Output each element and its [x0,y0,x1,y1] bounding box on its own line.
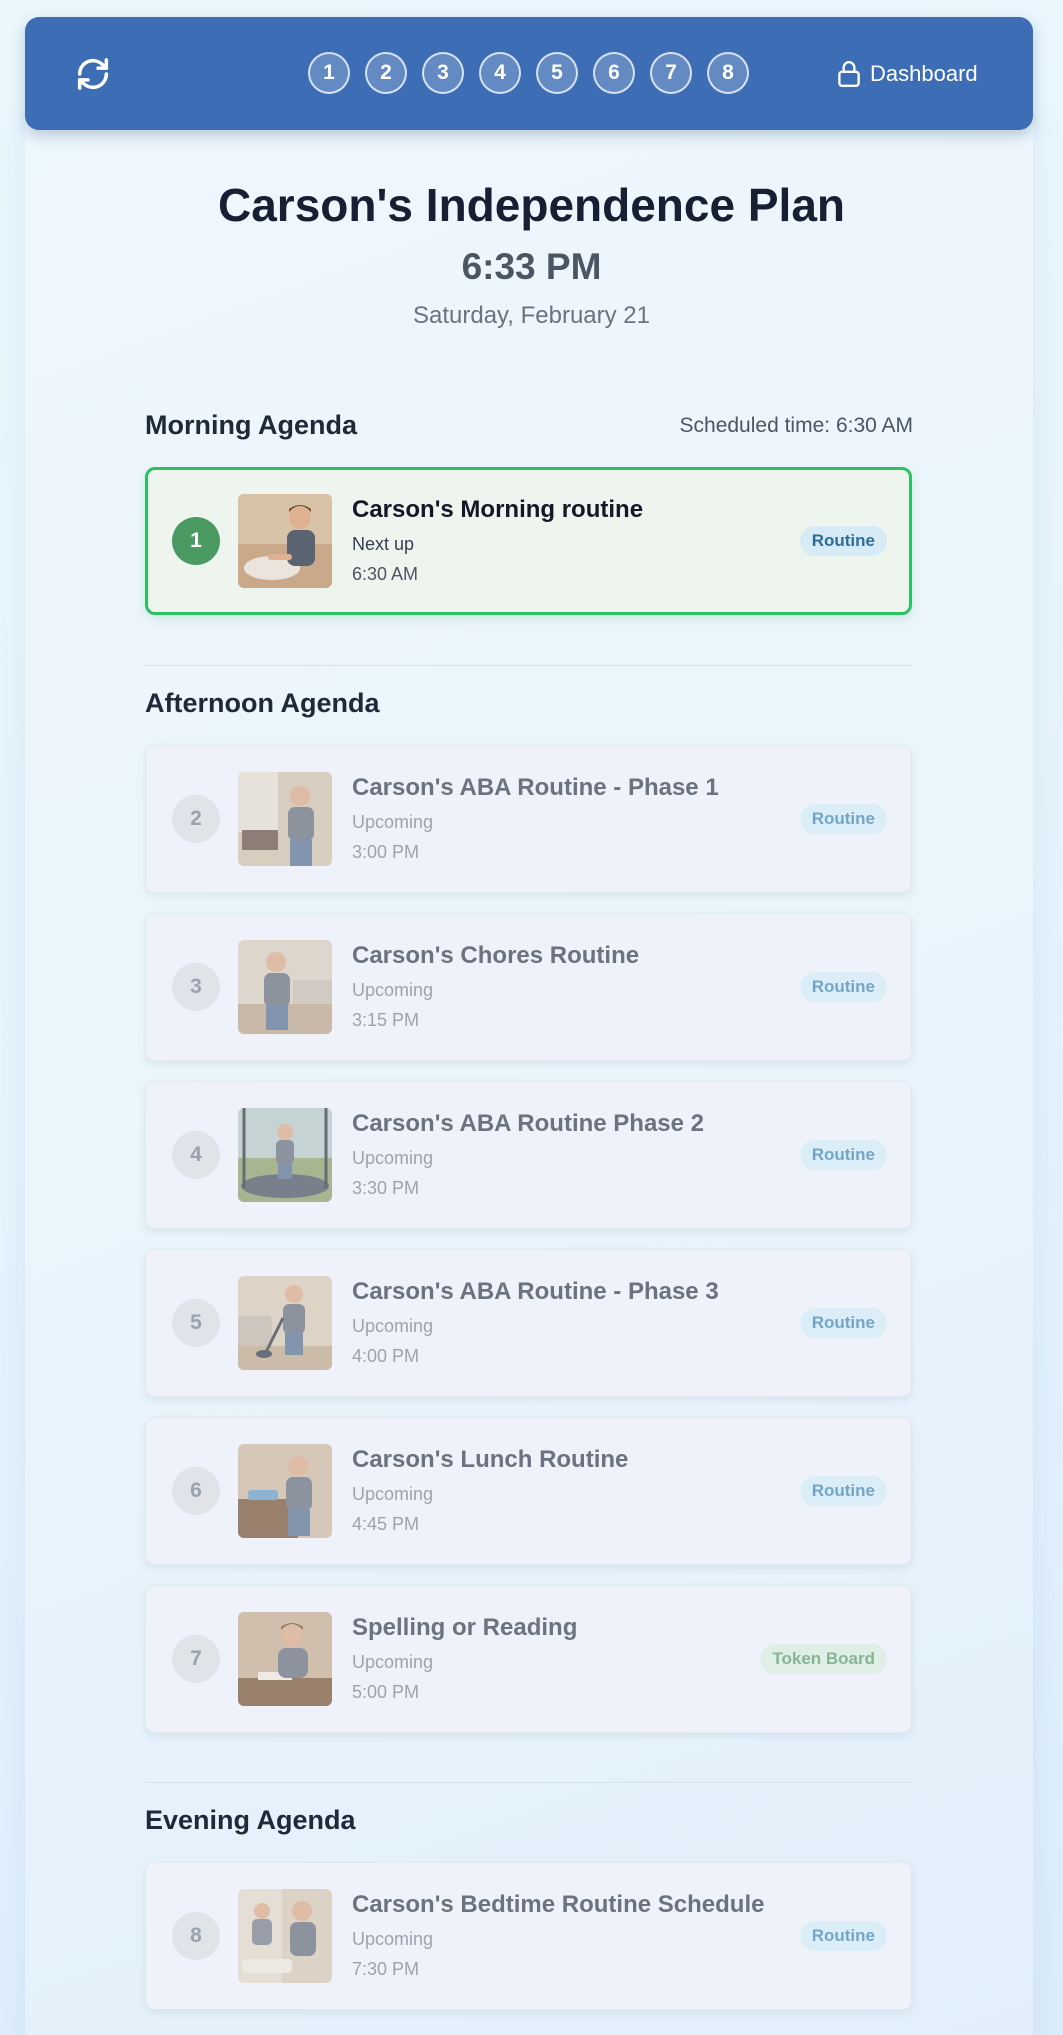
step-2[interactable]: 2 [365,52,407,94]
evening-agenda-title: Evening Agenda [145,1805,356,1835]
refresh-icon[interactable] [73,54,113,94]
item-number: 3 [172,963,220,1011]
item-status: Next up [352,534,415,554]
content-panel [25,120,1033,2035]
scheduled-time: Scheduled time: 6:30 AM [679,414,913,437]
step-5[interactable]: 5 [536,52,578,94]
agenda-item-bedtime[interactable]: 8 Carson's Bedtime Routine Schedule Upco… [145,1862,912,2010]
item-name: Carson's ABA Routine - Phase 1 [352,774,719,801]
item-time: 4:45 PM [352,1514,420,1534]
item-name: Carson's Bedtime Routine Schedule [352,1891,765,1918]
page: 1 2 3 4 5 6 7 8 Dashboard Carson's Indep… [0,0,1063,2035]
item-number: 2 [172,795,220,843]
morning-agenda-title: Morning Agenda [145,410,357,440]
lock-icon [838,61,860,87]
item-name: Carson's ABA Routine Phase 2 [352,1110,705,1137]
item-thumbnail [238,1444,332,1538]
dashboard-label: Dashboard [870,61,978,86]
item-number: 1 [172,517,220,565]
step-8[interactable]: 8 [707,52,749,94]
agenda-item-aba-phase-2[interactable]: 4 Carson's ABA Routine Phase 2 Upcoming … [145,1081,912,1229]
current-time: 6:33 PM [461,246,602,287]
item-status: Upcoming [352,1484,434,1504]
item-thumbnail [238,1108,332,1202]
item-name: Carson's Morning routine [352,496,644,523]
item-name: Spelling or Reading [352,1614,578,1641]
item-badge: Routine [799,526,887,556]
section-divider [145,665,912,666]
agenda-item-aba-phase-3[interactable]: 5 Carson's ABA Routine - Phase 3 Upcomin… [145,1249,912,1397]
step-6[interactable]: 6 [593,52,635,94]
step-indicators: 1 2 3 4 5 6 7 8 [308,52,764,94]
item-time: 4:00 PM [352,1346,420,1366]
step-1[interactable]: 1 [308,52,350,94]
item-badge: Routine [799,1921,887,1951]
current-date: Saturday, February 21 [412,302,650,329]
item-badge: Routine [799,1308,887,1338]
section-divider [145,1782,912,1783]
item-time: 3:00 PM [352,842,420,862]
agenda-item-lunch[interactable]: 6 Carson's Lunch Routine Upcoming 4:45 P… [145,1417,912,1565]
agenda-item-chores[interactable]: 3 Carson's Chores Routine Upcoming 3:15 … [145,913,912,1061]
item-badge: Token Board [760,1644,887,1674]
item-thumbnail [238,494,332,588]
item-thumbnail [238,772,332,866]
item-name: Carson's Chores Routine [352,942,640,969]
item-status: Upcoming [352,812,434,832]
item-badge: Routine [799,804,887,834]
item-name: Carson's Lunch Routine [352,1446,629,1473]
item-thumbnail [238,1612,332,1706]
step-7[interactable]: 7 [650,52,692,94]
item-number: 7 [172,1635,220,1683]
page-title: Carson's Independence Plan [218,179,845,231]
item-status: Upcoming [352,1148,434,1168]
step-4[interactable]: 4 [479,52,521,94]
item-number: 6 [172,1467,220,1515]
agenda-item-aba-phase-1[interactable]: 2 Carson's ABA Routine - Phase 1 Upcomin… [145,745,912,893]
item-time: 3:30 PM [352,1178,420,1198]
item-thumbnail [238,940,332,1034]
step-3[interactable]: 3 [422,52,464,94]
item-time: 7:30 PM [352,1959,420,1979]
item-status: Upcoming [352,1316,434,1336]
top-nav-bar: 1 2 3 4 5 6 7 8 Dashboard [25,17,1033,130]
item-time: 3:15 PM [352,1010,420,1030]
item-thumbnail [238,1889,332,1983]
item-number: 4 [172,1131,220,1179]
item-badge: Routine [799,1476,887,1506]
item-badge: Routine [799,972,887,1002]
item-status: Upcoming [352,1929,434,1949]
afternoon-agenda-title: Afternoon Agenda [145,688,380,718]
agenda-item-spelling-reading[interactable]: 7 Spelling or Reading Upcoming 5:00 PM T… [145,1585,912,1733]
agenda-item-morning-routine[interactable]: 1 Carson's Morning routine Next up 6:30 … [145,467,912,615]
item-time: 6:30 AM [352,564,419,584]
dashboard-button[interactable]: Dashboard [836,57,978,91]
item-status: Upcoming [352,1652,434,1672]
item-thumbnail [238,1276,332,1370]
item-badge: Routine [799,1140,887,1170]
item-number: 8 [172,1912,220,1960]
item-status: Upcoming [352,980,434,1000]
item-name: Carson's ABA Routine - Phase 3 [352,1278,719,1305]
item-time: 5:00 PM [352,1682,420,1702]
item-number: 5 [172,1299,220,1347]
